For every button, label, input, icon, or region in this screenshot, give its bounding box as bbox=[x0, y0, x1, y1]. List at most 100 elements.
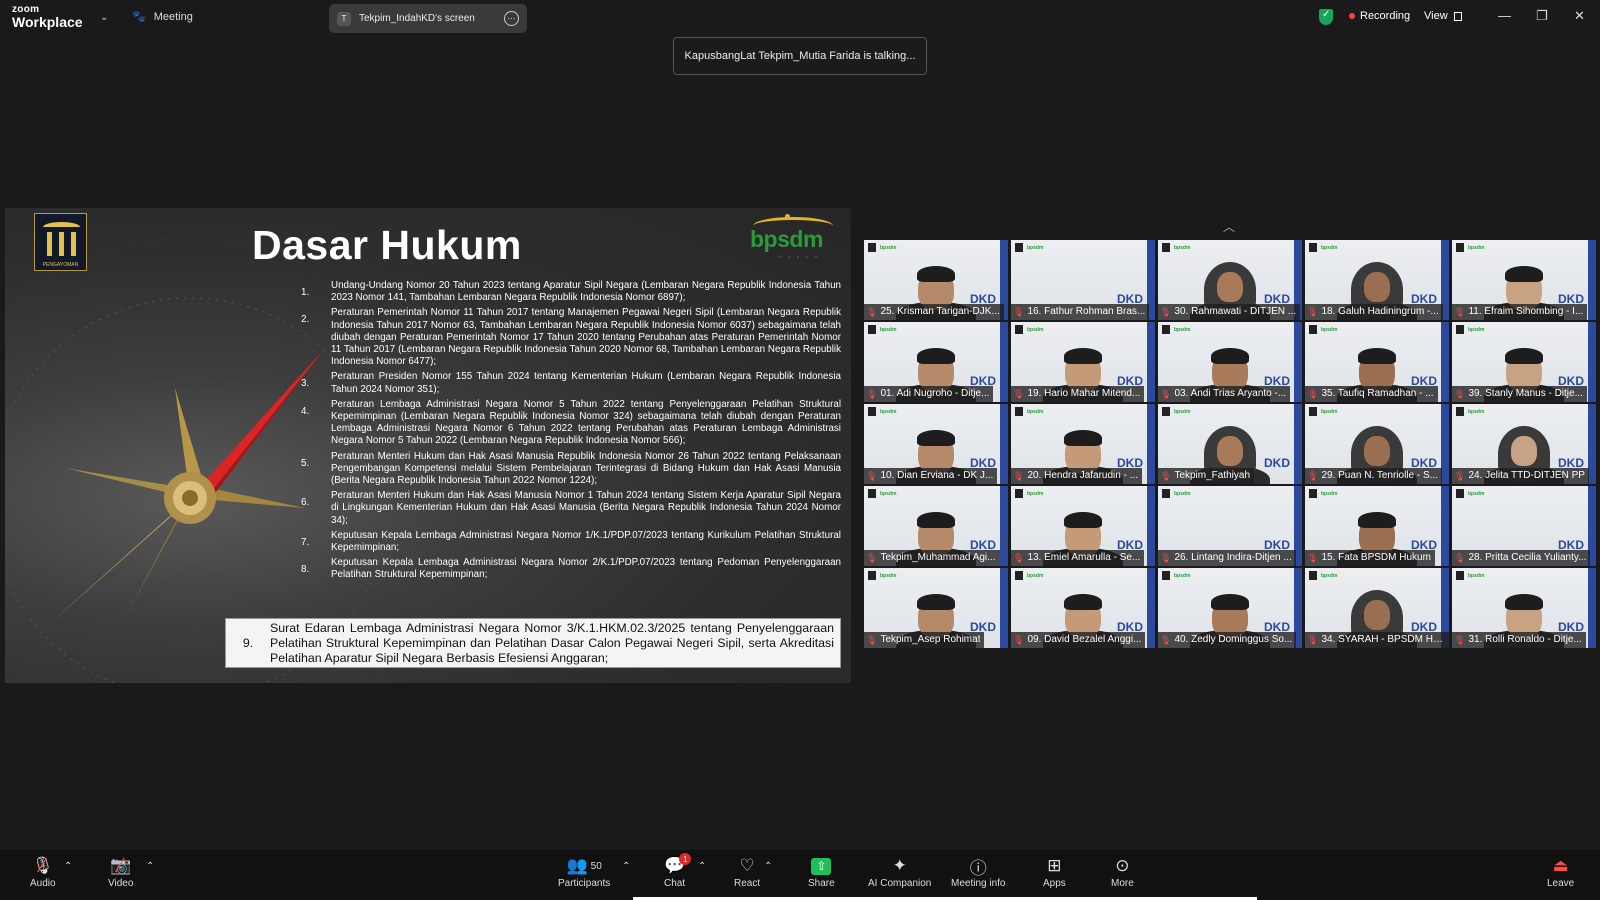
bpsdm-logo: bpsdm bbox=[1162, 489, 1190, 498]
participant-tile[interactable]: DKD bpsdm 🎙 30. Rahmawati - DITJEN ... bbox=[1158, 240, 1302, 320]
participant-name: 11. Efraim Sihombing - I... bbox=[1468, 306, 1584, 317]
mic-muted-icon: 🎙 bbox=[1013, 307, 1025, 317]
law-text: Undang-Undang Nomor 20 Tahun 2023 tentan… bbox=[331, 280, 841, 304]
react-button[interactable]: ♡ React bbox=[734, 854, 760, 889]
shared-screen-tab[interactable]: T Tekpim_IndahKD's screen ··· bbox=[329, 4, 527, 33]
participant-name: 18. Galuh Hadiningrum -... bbox=[1321, 306, 1439, 317]
chat-icon: 💬 1 bbox=[664, 853, 692, 878]
participant-tile[interactable]: DKD bpsdm 🎙 Tekpim_Fathiyah bbox=[1158, 404, 1302, 484]
bpsdm-logo-sub: HUKUM bbox=[779, 254, 824, 259]
participant-name-tag: 🎙 16. Fathur Rohman Bras... bbox=[1011, 304, 1150, 320]
participant-tile[interactable]: DKD bpsdm 🎙 15. Fata BPSDM Hukum bbox=[1305, 486, 1449, 566]
participant-tile[interactable]: DKD bpsdm 🎙 03. Andi Trias Aryanto -... bbox=[1158, 322, 1302, 402]
participant-tile[interactable]: DKD bpsdm 🎙 18. Galuh Hadiningrum -... bbox=[1305, 240, 1449, 320]
restore-icon[interactable]: ❐ bbox=[1536, 8, 1548, 24]
video-options-button[interactable]: ⌃ bbox=[146, 854, 154, 878]
view-button[interactable]: View bbox=[1424, 10, 1462, 22]
law-item: 2. Peraturan Pemerintah Nomor 11 Tahun 20… bbox=[301, 307, 841, 368]
participant-tile[interactable]: DKD bpsdm 🎙 39. Stanly Manus - Ditje... bbox=[1452, 322, 1596, 402]
heart-icon: ♡ bbox=[739, 856, 755, 875]
ai-companion-label: AI Companion bbox=[868, 878, 932, 889]
video-button[interactable]: 📷 ⁄ Video bbox=[108, 854, 133, 890]
participant-tile[interactable]: DKD bpsdm 🎙 01. Adi Nugroho - Ditje... bbox=[864, 322, 1008, 402]
audio-options-button[interactable]: ⌃ bbox=[64, 854, 72, 878]
participant-hair bbox=[1505, 266, 1543, 282]
more-options-icon[interactable]: ··· bbox=[504, 11, 519, 26]
participant-tile[interactable]: DKD bpsdm 🎙 35. Taufiq Ramadhan - ... bbox=[1305, 322, 1449, 402]
participant-tile[interactable]: DKD bpsdm 🎙 13. Emiel Amarulla - Se... bbox=[1011, 486, 1155, 566]
tile-brand-text: bpsdm bbox=[1027, 244, 1044, 251]
bpsdm-logo: bpsdm bbox=[1456, 325, 1484, 334]
audio-button[interactable]: 🎙 ⁄ Audio bbox=[30, 854, 56, 890]
minimize-icon[interactable]: — bbox=[1498, 8, 1511, 23]
tile-brand-text: bpsdm bbox=[880, 408, 897, 415]
participant-name: 01. Adi Nugroho - Ditje... bbox=[880, 388, 990, 399]
participant-tile[interactable]: DKD bpsdm 🎙 26. Lintang Indira-Ditjen ... bbox=[1158, 486, 1302, 566]
chevron-up-icon[interactable]: ︿ bbox=[1223, 218, 1235, 235]
shared-slide[interactable]: PENGAYOMAN Dasar Hukum bpsdm HUKUM 1. Und… bbox=[5, 208, 851, 683]
chat-button[interactable]: 💬 1 Chat bbox=[664, 853, 692, 889]
bpsdm-logo: bpsdm bbox=[1015, 407, 1043, 416]
more-icon: ⊙ bbox=[1115, 856, 1130, 875]
ai-companion-button[interactable]: ✦ AI Companion bbox=[868, 854, 931, 889]
participant-name-tag: 🎙 30. Rahmawati - DITJEN ... bbox=[1158, 304, 1301, 320]
close-icon[interactable]: ✕ bbox=[1574, 8, 1585, 24]
participant-face bbox=[1364, 600, 1390, 630]
tile-brand-text: bpsdm bbox=[1027, 326, 1044, 333]
participant-name-tag: 🎙 09. David Bezalel Anggi... bbox=[1011, 632, 1146, 648]
react-label: React bbox=[734, 878, 761, 889]
participant-tile[interactable]: DKD bpsdm 🎙 16. Fathur Rohman Bras... bbox=[1011, 240, 1155, 320]
leave-button[interactable]: ⏏ Leave bbox=[1547, 854, 1574, 889]
meeting-info-button[interactable]: ⓘ Meeting info bbox=[951, 854, 1005, 890]
participants-button[interactable]: 👥 50 Participants bbox=[558, 854, 610, 889]
law-item: 1. Undang-Undang Nomor 20 Tahun 2023 tent… bbox=[301, 280, 841, 304]
participant-tile[interactable]: DKD bpsdm 🎙 24. Jelita TTD-DITJEN PP bbox=[1452, 404, 1596, 484]
participant-name-tag: 🎙 25. Krisman Tarigan-DJK... bbox=[864, 304, 1004, 320]
chat-options-button[interactable]: ⌃ bbox=[698, 854, 706, 878]
tile-brand-text: bpsdm bbox=[1321, 326, 1338, 333]
participant-name: 40. Zedly Dominggus So... bbox=[1174, 634, 1293, 645]
law-text: Peraturan Pemerintah Nomor 11 Tahun 2017… bbox=[331, 307, 841, 368]
participant-tile[interactable]: DKD bpsdm 🎙 20. Hendra Jafarudin - ... bbox=[1011, 404, 1155, 484]
participant-tile[interactable]: DKD bpsdm 🎙 09. David Bezalel Anggi... bbox=[1011, 568, 1155, 648]
participant-tile[interactable]: DKD bpsdm 🎙 10. Dian Erviana - DK J... bbox=[864, 404, 1008, 484]
react-options-button[interactable]: ⌃ bbox=[764, 854, 772, 878]
share-button[interactable]: ⇧ Share bbox=[808, 854, 835, 889]
participant-tile[interactable]: DKD bpsdm 🎙 25. Krisman Tarigan-DJK... bbox=[864, 240, 1008, 320]
participant-tile[interactable]: DKD bpsdm 🎙 11. Efraim Sihombing - I... bbox=[1452, 240, 1596, 320]
participant-tile[interactable]: DKD bpsdm 🎙 Tekpim_Asep Rohimat bbox=[864, 568, 1008, 648]
bpsdm-logo: bpsdm bbox=[1309, 407, 1337, 416]
kemenkum-logo: PENGAYOMAN bbox=[34, 213, 87, 271]
participant-hair bbox=[917, 594, 955, 610]
zoom-logo[interactable]: zoom Workplace bbox=[12, 5, 83, 30]
participant-tile[interactable]: DKD bpsdm 🎙 19. Hario Mahar Mitend... bbox=[1011, 322, 1155, 402]
law-text: Keputusan Kepala Lembaga Administrasi Ne… bbox=[331, 557, 841, 581]
participant-name: 15. Fata BPSDM Hukum bbox=[1321, 552, 1431, 563]
participant-name-tag: 🎙 Tekpim_Asep Rohimat bbox=[864, 632, 985, 648]
mic-muted-icon: 🎙 bbox=[1013, 553, 1025, 563]
participant-tile[interactable]: DKD bpsdm 🎙 28. Pritta Cecilia Yulianty... bbox=[1452, 486, 1596, 566]
meeting-menu-button[interactable]: 🐾 Meeting bbox=[132, 10, 193, 24]
bpsdm-logo-text: bpsdm bbox=[750, 226, 823, 252]
tile-brand-text: bpsdm bbox=[1174, 244, 1191, 251]
mic-muted-icon: 🎙 bbox=[866, 307, 878, 317]
more-button[interactable]: ⊙ More bbox=[1111, 854, 1134, 889]
recording-indicator[interactable]: Recording bbox=[1349, 10, 1410, 22]
participant-tile[interactable]: DKD bpsdm 🎙 40. Zedly Dominggus So... bbox=[1158, 568, 1302, 648]
chevron-up-icon: ⌃ bbox=[146, 860, 155, 872]
chevron-down-icon[interactable]: ⌄ bbox=[100, 12, 108, 23]
bpsdm-logo: bpsdm bbox=[1162, 571, 1190, 580]
participants-options-button[interactable]: ⌃ bbox=[622, 854, 630, 878]
participant-hair bbox=[1064, 348, 1102, 364]
security-shield-icon[interactable] bbox=[1319, 9, 1333, 25]
participant-tile[interactable]: DKD bpsdm 🎙 29. Puan N. Tenriolle - S... bbox=[1305, 404, 1449, 484]
participant-tile[interactable]: DKD bpsdm 🎙 31. Rolli Ronaldo - Ditje... bbox=[1452, 568, 1596, 648]
participant-name: 24. Jelita TTD-DITJEN PP bbox=[1468, 470, 1585, 481]
audio-label: Audio bbox=[30, 878, 56, 889]
apps-button[interactable]: ⊞ Apps bbox=[1043, 854, 1066, 889]
bpsdm-logo: bpsdm bbox=[1015, 243, 1043, 252]
law-item: 6. Peraturan Menteri Hukum dan Hak Asasi … bbox=[301, 490, 841, 527]
participant-tile[interactable]: DKD bpsdm 🎙 34. SYARAH - BPSDM Hu... bbox=[1305, 568, 1449, 648]
participant-tile[interactable]: DKD bpsdm 🎙 Tekpim_Muhammad Agi... bbox=[864, 486, 1008, 566]
participant-hair bbox=[1064, 594, 1102, 610]
